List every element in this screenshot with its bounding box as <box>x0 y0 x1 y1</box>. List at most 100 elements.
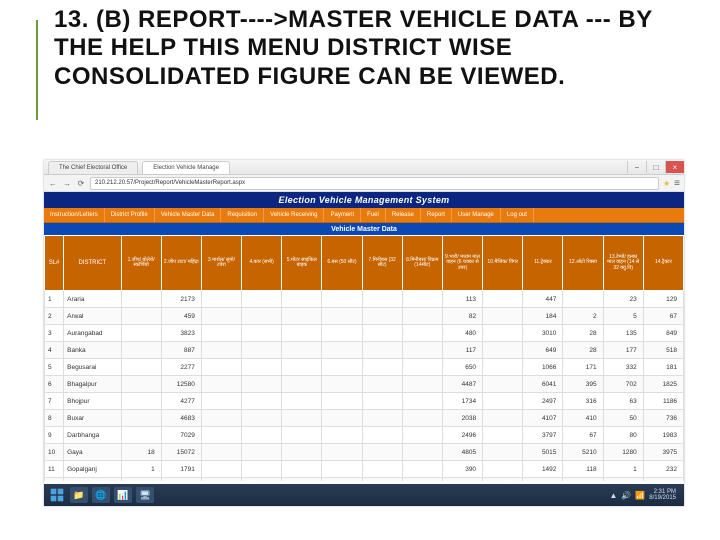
cell-slno: 11 <box>45 461 64 478</box>
browser-titlebar: The Chief Electoral Office Election Vehi… <box>44 160 684 175</box>
cell-value: 1791 <box>161 461 201 478</box>
cell-value <box>362 393 402 410</box>
cell-value <box>362 359 402 376</box>
menu-report[interactable]: Report <box>421 208 452 222</box>
cell-value <box>402 291 442 308</box>
cell-value: 649 <box>523 342 563 359</box>
cell-value <box>322 461 362 478</box>
table-row[interactable]: 5Begusarai22776501066171332181 <box>45 359 684 376</box>
cell-value <box>563 291 603 308</box>
cell-value: 1983 <box>643 427 683 444</box>
cell-value <box>121 308 161 325</box>
cell-value <box>201 376 241 393</box>
tab-1[interactable]: The Chief Electoral Office <box>48 161 138 174</box>
network-icon[interactable]: 📶 <box>635 491 645 500</box>
table-row[interactable]: 7Bhojpur427717342497316631186 <box>45 393 684 410</box>
cell-value <box>201 325 241 342</box>
col-4: 4.कार (सभी) <box>242 236 282 291</box>
table-row[interactable]: 9Darbhanga70292496379767801983 <box>45 427 684 444</box>
cell-value <box>483 461 523 478</box>
cell-value <box>362 342 402 359</box>
cell-value: 1186 <box>643 393 683 410</box>
cell-value <box>402 342 442 359</box>
cell-value <box>201 393 241 410</box>
cell-value: 7029 <box>161 427 201 444</box>
taskbar-icon-app[interactable]: 📊 <box>114 487 132 503</box>
menu-user-manage[interactable]: User Manage <box>452 208 501 222</box>
table-row[interactable]: 12Jamui14693061659148526 <box>45 478 684 482</box>
menu-vehicle-receiving[interactable]: Vehicle Receiving <box>264 208 324 222</box>
cell-value: 4107 <box>523 410 563 427</box>
cell-value: 23 <box>603 291 643 308</box>
cell-value <box>322 393 362 410</box>
minimize-button[interactable]: − <box>627 161 646 173</box>
data-table-wrap[interactable]: SL# DISTRICT 1.जीप/ बोलेरो/ स्कॉर्पियो 2… <box>44 235 684 481</box>
cell-value <box>121 410 161 427</box>
menu-requisition[interactable]: Requisition <box>221 208 264 222</box>
close-button[interactable]: × <box>665 161 684 173</box>
menu-district-profile[interactable]: District Profile <box>105 208 155 222</box>
cell-slno: 1 <box>45 291 64 308</box>
cell-value <box>201 291 241 308</box>
menu-fuel[interactable]: Fuel <box>361 208 386 222</box>
table-row[interactable]: 1Araria217311344723129 <box>45 291 684 308</box>
cell-value: 15072 <box>161 444 201 461</box>
cell-value: 887 <box>161 342 201 359</box>
cell-district: Bhojpur <box>64 393 121 410</box>
cell-value <box>121 325 161 342</box>
cell-value <box>282 325 322 342</box>
table-row[interactable]: 2Arwal459821842567 <box>45 308 684 325</box>
volume-icon[interactable]: 🔊 <box>621 491 631 500</box>
reload-icon[interactable]: ⟳ <box>76 178 86 188</box>
cell-value <box>322 359 362 376</box>
col-12: 12.ऑटो रिक्सा <box>563 236 603 291</box>
cell-value <box>322 325 362 342</box>
taskbar-clock[interactable]: 2:31 PM 8/19/2015 <box>649 489 676 501</box>
taskbar-icon-explorer[interactable]: 📁 <box>70 487 88 503</box>
tab-2[interactable]: Election Vehicle Manage <box>142 161 230 174</box>
back-icon[interactable]: ← <box>48 178 58 188</box>
menu-instruction[interactable]: Instruction/Letters <box>44 208 105 222</box>
menu-payment[interactable]: Payment <box>324 208 361 222</box>
cell-value: 12580 <box>161 376 201 393</box>
cell-value <box>201 461 241 478</box>
url-field[interactable]: 210.212.20.57/Project/Report/VehicleMast… <box>90 177 659 190</box>
table-row[interactable]: 3Aurangabad3823480301028135849 <box>45 325 684 342</box>
cell-value <box>121 478 161 482</box>
table-row[interactable]: 4Banka88711764928177518 <box>45 342 684 359</box>
taskbar-icon-desktop[interactable]: 🖥 <box>136 487 154 503</box>
vehicle-master-table: SL# DISTRICT 1.जीप/ बोलेरो/ स्कॉर्पियो 2… <box>44 235 684 481</box>
cell-value <box>242 461 282 478</box>
bookmark-icon[interactable]: ★ <box>663 179 670 188</box>
cell-value <box>282 359 322 376</box>
start-button[interactable] <box>48 486 66 504</box>
cell-value: 129 <box>643 291 683 308</box>
cell-value <box>242 393 282 410</box>
taskbar-icon-browser[interactable]: 🌐 <box>92 487 110 503</box>
cell-value <box>201 444 241 461</box>
cell-value <box>402 308 442 325</box>
menu-vehicle-master[interactable]: Vehicle Master Data <box>155 208 222 222</box>
cell-value: 80 <box>603 427 643 444</box>
cell-value: 18 <box>121 444 161 461</box>
cell-value: 518 <box>643 342 683 359</box>
forward-icon[interactable]: → <box>62 178 72 188</box>
table-row[interactable]: 10Gaya181507248055015521012803975 <box>45 444 684 461</box>
col-14: 14.ट्रैक्टर <box>643 236 683 291</box>
menu-icon[interactable]: ≡ <box>674 178 680 189</box>
cell-value <box>483 393 523 410</box>
cell-value <box>483 291 523 308</box>
table-row[interactable]: 8Buxar46832038410741050736 <box>45 410 684 427</box>
table-row[interactable]: 11Gopalganj1179139014921181232 <box>45 461 684 478</box>
tray-overflow-icon[interactable]: ▲ <box>609 491 617 500</box>
cell-value: 4277 <box>161 393 201 410</box>
menu-release[interactable]: Release <box>386 208 421 222</box>
cell-value <box>201 359 241 376</box>
table-row[interactable]: 6Bhagalpur12580448760413957021825 <box>45 376 684 393</box>
cell-value <box>242 325 282 342</box>
menu-logout[interactable]: Log out <box>501 208 534 222</box>
col-1: 1.जीप/ बोलेरो/ स्कॉर्पियो <box>121 236 161 291</box>
maximize-button[interactable]: □ <box>646 161 665 173</box>
cell-value: 1280 <box>603 444 643 461</box>
cell-value <box>121 376 161 393</box>
